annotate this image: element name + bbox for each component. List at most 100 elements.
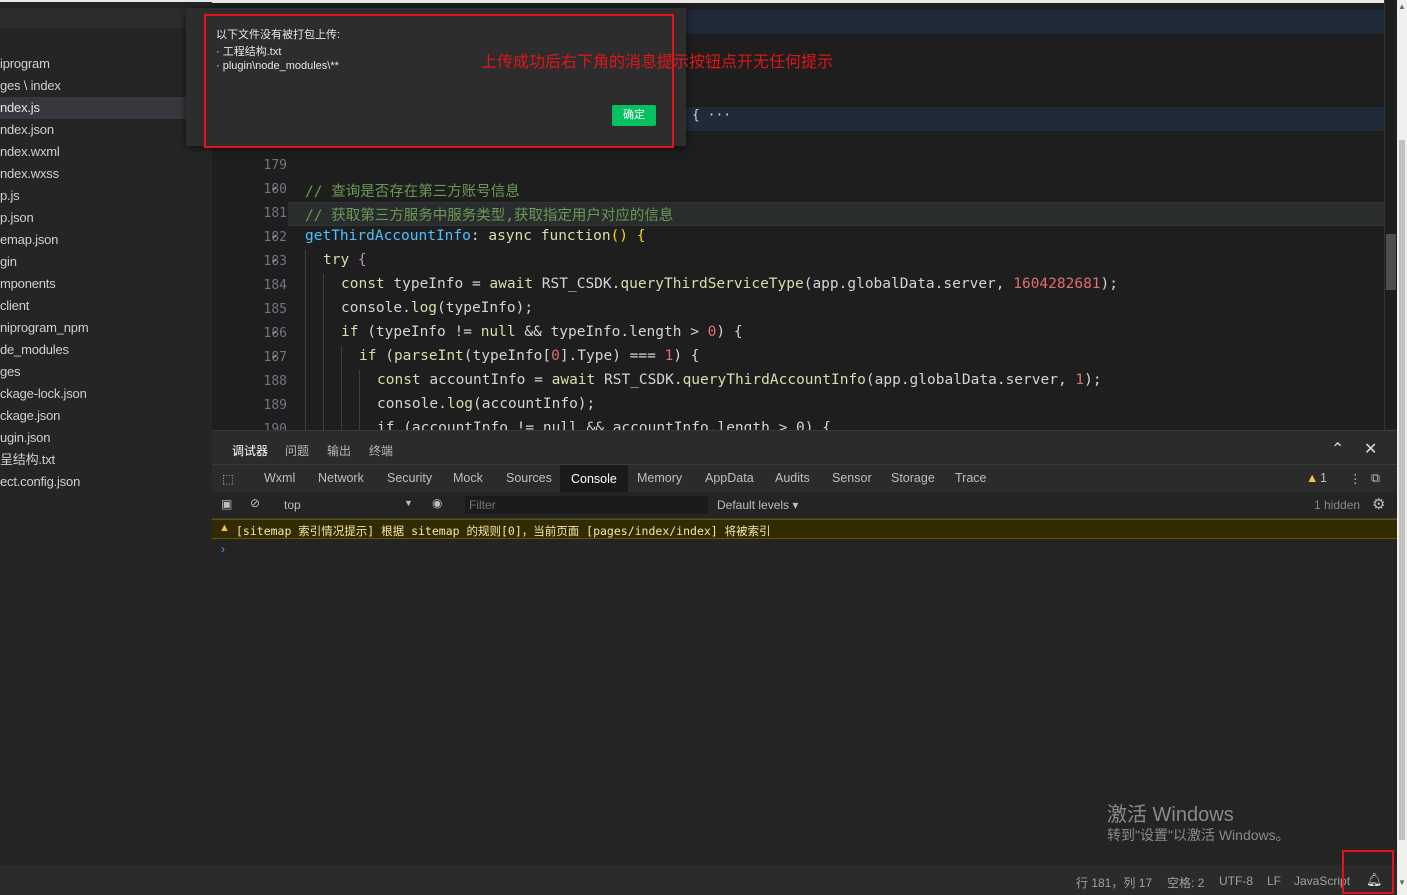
code-token: getThirdAccountInfo — [305, 228, 471, 244]
code-token: await — [489, 276, 534, 292]
console-warning-row[interactable]: ▲ [sitemap 索引情况提示] 根据 sitemap 的规则[0]，当前页… — [212, 519, 1397, 539]
window-top-border — [0, 0, 212, 2]
code-token: (app.globalData.server, — [803, 276, 1014, 292]
eye-icon[interactable]: ◉ — [432, 496, 442, 510]
tree-item-pages-index[interactable]: ges \ index — [0, 75, 212, 97]
tree-item-index-wxss[interactable]: ndex.wxss — [0, 163, 212, 185]
code-token: { — [349, 252, 367, 268]
scroll-down-icon[interactable]: ▼ — [1398, 878, 1406, 887]
tree-item-index-json[interactable]: ndex.json — [0, 119, 212, 141]
devtools-top-tabs: 调试器 问题 输出 终端 ⌃ ✕ — [212, 430, 1397, 467]
editor-scrollbar[interactable] — [1384, 0, 1397, 430]
fold-chevron-icon[interactable]: ⌄ — [270, 254, 280, 265]
element-picker-icon[interactable]: ⬚ — [222, 471, 234, 486]
indent-spaces[interactable]: 空格: 2 — [1167, 874, 1204, 891]
tree-item-plugin[interactable]: gin — [0, 251, 212, 273]
tab-sensor[interactable]: Sensor — [832, 471, 872, 485]
tree-item-components[interactable]: mponents — [0, 273, 212, 295]
sidebar-toggle-icon[interactable]: ▣ — [221, 497, 232, 511]
status-bar: 行 181，列 17 空格: 2 UTF-8 LF JavaScript 🔔︎ — [0, 865, 1397, 895]
collapse-panel-icon[interactable]: ⌃ — [1331, 439, 1344, 459]
code-line-180: // 查询是否存在第三方账号信息 — [305, 184, 520, 200]
line-ending[interactable]: LF — [1267, 874, 1281, 888]
tree-item-miniprogram-npm[interactable]: niprogram_npm — [0, 317, 212, 339]
tree-item-plugin-json[interactable]: ugin.json — [0, 427, 212, 449]
folded-code-placeholder[interactable]: { ··· — [692, 108, 731, 123]
tree-item-package-lock-json[interactable]: ckage-lock.json — [0, 383, 212, 405]
close-panel-icon[interactable]: ✕ — [1364, 439, 1377, 459]
code-token: queryThirdServiceType — [620, 276, 804, 292]
tab-console[interactable]: Console — [560, 465, 628, 493]
file-encoding[interactable]: UTF-8 — [1219, 874, 1253, 888]
fold-chevron-icon[interactable]: ⌄ — [270, 182, 280, 193]
tree-item-miniprogram[interactable]: iprogram — [0, 53, 212, 75]
tab-output[interactable]: 输出 — [327, 442, 351, 459]
cursor-position[interactable]: 行 181，列 17 — [1076, 874, 1152, 891]
activate-windows-title: 激活 Windows — [1107, 804, 1234, 826]
console-prompt[interactable]: › — [221, 542, 225, 556]
tab-wxml[interactable]: Wxml — [264, 471, 295, 485]
line-number: 188 — [263, 374, 287, 389]
code-token: () { — [610, 228, 646, 244]
line-number: 189 — [263, 398, 287, 413]
tab-network[interactable]: Network — [318, 471, 364, 485]
tab-security[interactable]: Security — [387, 471, 432, 485]
tree-item-app-js[interactable]: p.js — [0, 185, 212, 207]
warning-icon[interactable]: ▲ — [1306, 471, 1318, 485]
annotation-box-bell — [1342, 850, 1394, 894]
clear-console-icon[interactable]: ⊘ — [250, 496, 260, 510]
code-token: ); — [1100, 276, 1119, 292]
tree-item-app-json[interactable]: p.json — [0, 207, 212, 229]
tab-terminal[interactable]: 终端 — [369, 442, 393, 459]
tab-memory[interactable]: Memory — [637, 471, 682, 485]
code-line-187: if (parseInt(typeInfo[0].Type) === 1) { — [359, 348, 700, 364]
code-line-184: const typeInfo = await RST_CSDK.queryThi… — [341, 276, 1118, 292]
warning-count[interactable]: 1 — [1320, 471, 1327, 485]
tree-item-node-modules[interactable]: de_modules — [0, 339, 212, 361]
hidden-count: 1 hidden — [1314, 498, 1361, 512]
code-token: await — [551, 372, 596, 388]
line-number: 184 — [263, 278, 287, 293]
line-number: 179 — [263, 158, 287, 173]
tree-item-package-json[interactable]: ckage.json — [0, 405, 212, 427]
scroll-up-icon[interactable]: ▲ — [1398, 2, 1406, 11]
window-scrollbar-thumb[interactable] — [1399, 140, 1405, 840]
code-token: try — [323, 252, 350, 268]
tab-storage[interactable]: Storage — [891, 471, 935, 485]
log-levels-select[interactable]: Default levels ▾ — [717, 498, 798, 512]
line-number: 190 — [263, 422, 287, 430]
console-filter-input[interactable] — [465, 496, 708, 514]
indent-guide — [341, 346, 342, 430]
tree-item-index-wxml[interactable]: ndex.wxml — [0, 141, 212, 163]
code-token: function — [532, 228, 611, 244]
dock-side-icon[interactable]: ⧉ — [1371, 471, 1380, 486]
editor-scrollbar-thumb[interactable] — [1386, 234, 1396, 290]
tab-debugger[interactable]: 调试器 — [232, 442, 269, 467]
tab-mock[interactable]: Mock — [453, 471, 483, 485]
tree-item-client[interactable]: client — [0, 295, 212, 317]
context-select[interactable]: top — [284, 498, 301, 512]
tab-sources[interactable]: Sources — [506, 471, 552, 485]
tree-item-index-js[interactable]: ndex.js — [0, 97, 212, 119]
window-scrollbar[interactable]: ▲ ▼ — [1397, 0, 1407, 895]
code-token: && typeInfo.length > — [515, 324, 708, 340]
tree-item-project-structure-txt[interactable]: 呈结构.txt — [0, 449, 212, 471]
fold-chevron-icon[interactable]: ⌄ — [270, 326, 280, 337]
code-token: (typeInfo); — [437, 300, 534, 316]
code-line-185: console.log(typeInfo); — [341, 300, 533, 316]
indent-guide — [359, 370, 360, 430]
tab-appdata[interactable]: AppData — [705, 471, 754, 485]
tab-audits[interactable]: Audits — [775, 471, 810, 485]
tab-trace[interactable]: Trace — [955, 471, 987, 485]
settings-gear-icon[interactable]: ⚙ — [1372, 495, 1385, 513]
chevron-down-icon[interactable]: ▼ — [404, 498, 413, 508]
code-token: 1604282681 — [1013, 276, 1101, 292]
fold-chevron-icon[interactable]: ⌄ — [270, 350, 280, 361]
fold-chevron-icon[interactable]: ⌄ — [270, 230, 280, 241]
tree-item-pages[interactable]: ges — [0, 361, 212, 383]
tree-item-sitemap-json[interactable]: emap.json — [0, 229, 212, 251]
tree-item-project-config-json[interactable]: ect.config.json — [0, 471, 212, 493]
tab-problems[interactable]: 问题 — [285, 442, 309, 459]
more-options-icon[interactable]: ⋮ — [1349, 471, 1362, 486]
code-token: ].Type) === — [559, 348, 665, 364]
